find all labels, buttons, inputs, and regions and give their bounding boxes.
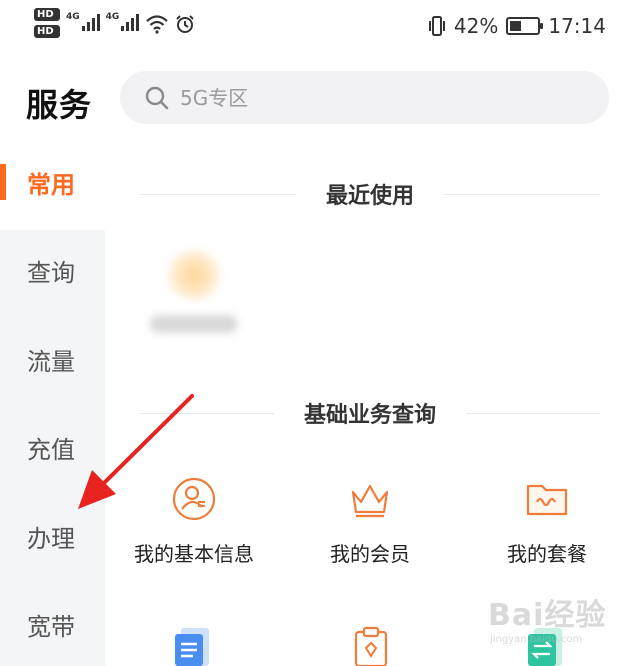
battery-icon [506, 17, 544, 35]
profile-icon [172, 477, 216, 521]
grid-item-membership[interactable]: 我的会员 [285, 476, 455, 576]
section-title-basic: 基础业务查询 [304, 403, 437, 428]
crown-icon [351, 484, 389, 518]
grid-item-label: 我的基本信息 [134, 542, 254, 566]
section-title-recent: 最近使用 [326, 184, 415, 209]
recent-item[interactable] [145, 240, 245, 340]
sidebar-item-query[interactable]: 查询 [0, 240, 105, 300]
watermark-logo: Bai经验 jingyan.baidu.com [488, 598, 607, 645]
section-basic: 基础业务查询 [140, 393, 601, 433]
battery-percent: 42% [453, 14, 499, 38]
sidebar-item-traffic[interactable]: 流量 [0, 329, 105, 389]
search-icon [145, 86, 169, 109]
hd-badge-2: HD [34, 25, 60, 38]
grid-item-label: 我的套餐 [507, 542, 587, 566]
alarm-icon [176, 15, 195, 33]
grid-item-basic-info[interactable]: 我的基本信息 [109, 476, 279, 576]
signal-icon-2: 4G [106, 12, 140, 31]
hd-badge-1: HD [34, 8, 60, 21]
category-sidebar: 常用 查询 流量 充值 办理 宽带 [0, 140, 105, 666]
page-title: 服务 [26, 86, 93, 124]
wifi-icon [146, 15, 169, 34]
sidebar-item-recharge[interactable]: 充值 [0, 417, 105, 477]
section-recent: 最近使用 [140, 174, 601, 214]
grid-item-label: 我的会员 [330, 542, 410, 566]
sidebar-item-handle[interactable]: 办理 [0, 506, 105, 566]
folder-icon [526, 484, 568, 516]
vibrate-icon [428, 16, 445, 36]
sidebar-item-common[interactable]: 常用 [0, 152, 105, 212]
status-bar: HD HD 4G 4G 42% 17:14 [0, 0, 636, 56]
clipboard-icon[interactable] [348, 626, 394, 666]
signal-icon-1: 4G [66, 12, 100, 31]
clock: 17:14 [548, 14, 606, 38]
search-input[interactable] [180, 85, 560, 110]
document-icon[interactable] [171, 626, 217, 666]
grid-item-package[interactable]: 我的套餐 [462, 476, 632, 576]
sidebar-item-broadband[interactable]: 宽带 [0, 594, 105, 654]
search-bar[interactable] [120, 71, 609, 124]
